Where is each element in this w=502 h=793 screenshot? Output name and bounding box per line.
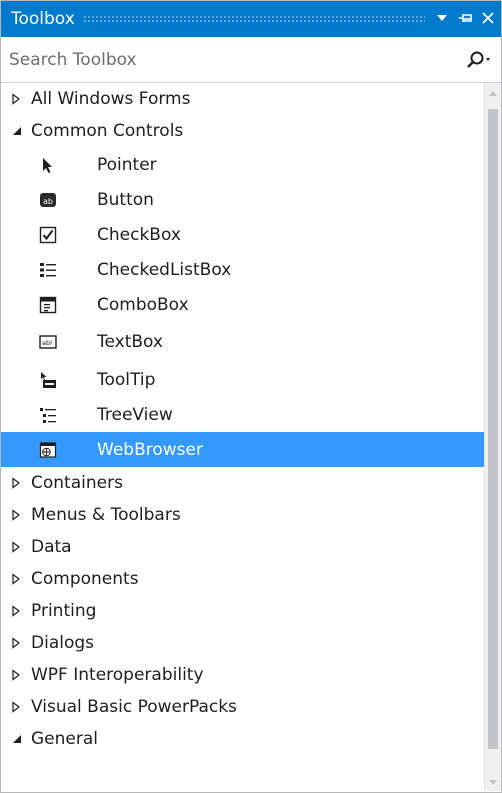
item-label: ToolTip [97, 369, 156, 390]
treeview-icon [40, 407, 56, 423]
group-general[interactable]: General [1, 723, 485, 755]
toolbox-titlebar[interactable]: Toolbox [1, 1, 501, 37]
scroll-down-arrow-icon[interactable] [488, 779, 498, 787]
item-label: Button [97, 189, 154, 210]
group-label: Menus & Toolbars [31, 505, 181, 525]
toolbox-tree: All Windows Forms Common Controls Pointe… [1, 83, 485, 791]
group-label: WPF Interoperability [31, 665, 204, 685]
checkbox-icon [39, 226, 57, 243]
collapsed-arrow-icon[interactable] [11, 509, 31, 521]
textbox-icon: abl [39, 335, 57, 349]
item-label: ComboBox [97, 294, 189, 315]
item-label: Pointer [97, 154, 157, 175]
collapsed-arrow-icon[interactable] [11, 701, 31, 713]
group-label: Common Controls [31, 121, 184, 141]
group-label: Data [31, 537, 72, 557]
close-icon [482, 12, 494, 24]
item-label: TreeView [97, 404, 173, 425]
item-label: CheckedListBox [97, 259, 232, 280]
group-printing[interactable]: Printing [1, 595, 485, 627]
close-button[interactable] [477, 7, 499, 29]
pin-icon [459, 14, 472, 22]
group-label: Dialogs [31, 633, 95, 653]
combobox-icon [39, 296, 57, 313]
collapsed-arrow-icon[interactable] [11, 669, 31, 681]
pointer-icon [43, 157, 52, 173]
group-label: Components [31, 569, 139, 589]
group-label: All Windows Forms [31, 89, 191, 109]
button-icon: ab [40, 192, 56, 207]
group-label: General [31, 729, 98, 749]
search-input[interactable] [9, 45, 429, 75]
collapsed-arrow-icon[interactable] [11, 573, 31, 585]
expanded-arrow-icon[interactable] [11, 733, 31, 745]
toolbox-item-webbrowser[interactable]: WebBrowser [1, 432, 485, 467]
group-label: Visual Basic PowerPacks [31, 697, 237, 717]
collapsed-arrow-icon[interactable] [11, 477, 31, 489]
checkedlistbox-icon [40, 262, 56, 277]
group-common-controls[interactable]: Common Controls [1, 115, 485, 147]
toolbox-item-pointer[interactable]: Pointer [1, 147, 485, 182]
toolbox-item-checkedlistbox[interactable]: CheckedListBox [1, 252, 485, 287]
group-visual-basic-powerpacks[interactable]: Visual Basic PowerPacks [1, 691, 485, 723]
group-containers[interactable]: Containers [1, 467, 485, 499]
group-wpf-interoperability[interactable]: WPF Interoperability [1, 659, 485, 691]
collapsed-arrow-icon[interactable] [11, 605, 31, 617]
group-all-windows-forms[interactable]: All Windows Forms [1, 83, 485, 115]
scrollbar-thumb[interactable] [488, 109, 498, 749]
group-dialogs[interactable]: Dialogs [1, 627, 485, 659]
toolbox-item-treeview[interactable]: TreeView [1, 397, 485, 432]
vertical-scrollbar[interactable] [484, 83, 501, 791]
search-button[interactable] [465, 46, 501, 74]
search-icon [467, 51, 490, 68]
scroll-up-arrow-icon[interactable] [488, 89, 498, 97]
collapsed-arrow-icon[interactable] [11, 93, 31, 105]
item-label: WebBrowser [97, 439, 203, 460]
svg-text:abl: abl [42, 339, 52, 347]
item-label: CheckBox [97, 224, 181, 245]
window-title: Toolbox [11, 9, 75, 29]
toolbox-item-checkbox[interactable]: CheckBox [1, 217, 485, 252]
svg-text:ab: ab [43, 197, 53, 206]
group-components[interactable]: Components [1, 563, 485, 595]
toolbox-item-combobox[interactable]: ComboBox [1, 287, 485, 322]
drag-grip[interactable] [83, 15, 425, 22]
group-data[interactable]: Data [1, 531, 485, 563]
expanded-arrow-icon[interactable] [11, 125, 31, 137]
search-bar [1, 38, 501, 83]
toolbox-item-textbox[interactable]: abl TextBox [1, 322, 485, 362]
tooltip-icon [41, 371, 56, 388]
group-menus-toolbars[interactable]: Menus & Toolbars [1, 499, 485, 531]
group-label: Containers [31, 473, 123, 493]
toolbox-item-tooltip[interactable]: ToolTip [1, 362, 485, 397]
toolbox-window: Toolbox All Windows For [0, 0, 502, 793]
toolbox-item-button[interactable]: ab Button [1, 182, 485, 217]
dropdown-button[interactable] [431, 7, 453, 29]
collapsed-arrow-icon[interactable] [11, 637, 31, 649]
webbrowser-icon [39, 441, 57, 458]
dropdown-icon [437, 15, 447, 21]
pin-button[interactable] [455, 7, 477, 29]
collapsed-arrow-icon[interactable] [11, 541, 31, 553]
item-label: TextBox [97, 332, 163, 352]
group-label: Printing [31, 601, 97, 621]
